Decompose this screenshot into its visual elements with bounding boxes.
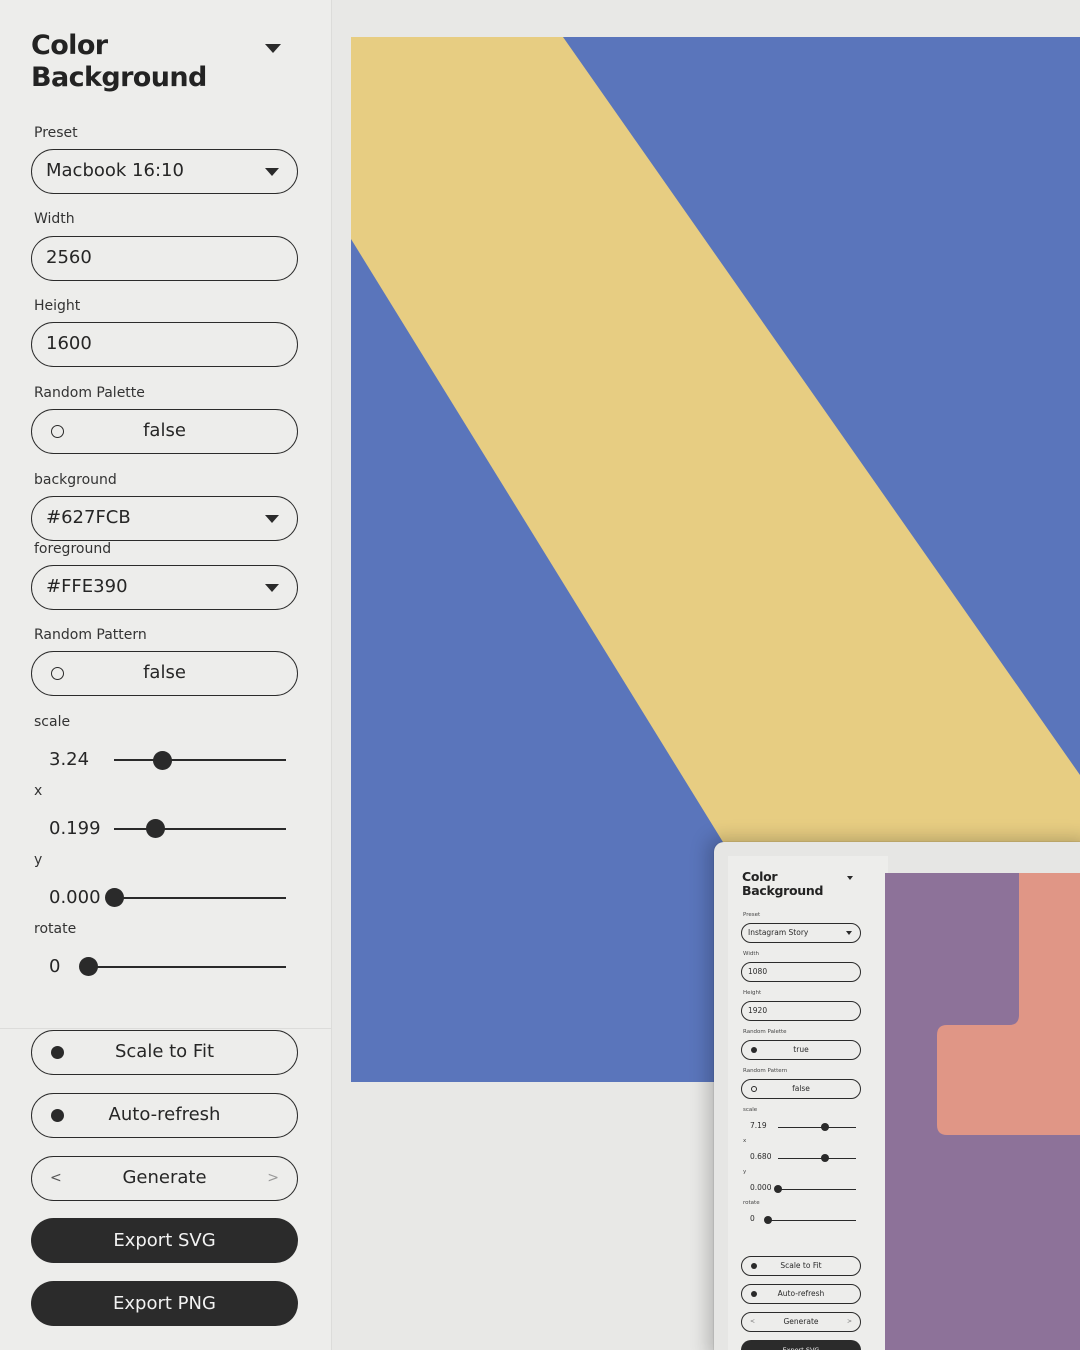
rotate-value: 0 <box>49 956 61 977</box>
preview-width-label: Width <box>743 951 759 957</box>
scale-to-fit-label: Scale to Fit <box>114 1041 215 1062</box>
preview-x-value: 0.680 <box>750 1152 772 1161</box>
preview-random-palette-value: true <box>793 1045 809 1054</box>
preview-panel-title: Color Background <box>742 869 824 898</box>
foreground-label: foreground <box>34 541 112 557</box>
preview-generate-label: Generate <box>783 1317 819 1326</box>
background-label: background <box>34 472 117 488</box>
random-palette-value: false <box>143 420 186 441</box>
chevron-down-icon <box>265 584 279 592</box>
preset-select[interactable]: Macbook 16:10 <box>31 149 298 194</box>
width-input[interactable]: 2560 <box>31 236 298 281</box>
chevron-down-icon <box>265 168 279 176</box>
export-svg-button[interactable]: Export SVG <box>31 1218 298 1263</box>
preview-scale-label: scale <box>743 1107 758 1113</box>
preview-width-value: 1080 <box>748 967 768 976</box>
y-slider-knob[interactable] <box>104 888 124 907</box>
x-slider-knob[interactable] <box>146 819 166 838</box>
preview-preset-select: Instagram Story <box>741 923 861 943</box>
preview-window: Color Background Preset Instagram Story … <box>714 842 1080 1350</box>
y-slider-track[interactable] <box>114 897 286 899</box>
preview-random-pattern-label: Random Pattern <box>743 1068 788 1074</box>
preview-rotate-track <box>768 1220 856 1221</box>
scale-label: scale <box>34 714 71 730</box>
x-value: 0.199 <box>49 818 101 839</box>
preview-height-input: 1920 <box>741 1001 861 1021</box>
rotate-label: rotate <box>34 921 77 937</box>
preview-scale-value: 7.19 <box>750 1121 767 1130</box>
chevron-down-icon <box>846 931 852 935</box>
preview-rotate-label: rotate <box>743 1200 760 1206</box>
preview-auto-refresh-label: Auto-refresh <box>777 1289 825 1298</box>
preview-preset-label: Preset <box>743 912 761 918</box>
height-label: Height <box>34 298 81 314</box>
panel-title: Color Background <box>31 30 207 93</box>
preview-rotate-value: 0 <box>750 1214 755 1223</box>
preview-settings-panel: Color Background Preset Instagram Story … <box>728 856 888 1350</box>
preview-scale-track <box>778 1127 856 1128</box>
collapse-caret-icon[interactable] <box>265 44 281 53</box>
preview-x-knob <box>820 1154 829 1162</box>
x-label: x <box>34 783 43 799</box>
foreground-value: #FFE390 <box>46 576 128 597</box>
chevron-down-icon <box>265 515 279 523</box>
scale-slider-knob[interactable] <box>152 751 172 770</box>
preview-scale-to-fit-toggle: Scale to Fit <box>741 1256 861 1276</box>
rotate-slider-knob[interactable] <box>78 957 98 976</box>
preview-y-label: y <box>743 1169 747 1175</box>
random-palette-toggle[interactable]: false <box>31 409 298 454</box>
scale-value: 3.24 <box>49 749 90 770</box>
chevron-right-icon: > <box>846 1318 852 1325</box>
collapse-caret-icon <box>847 876 853 880</box>
y-label: y <box>34 852 43 868</box>
width-label: Width <box>34 211 75 227</box>
foreground-color-select[interactable]: #FFE390 <box>31 565 298 610</box>
generate-button[interactable]: < Generate > <box>31 1156 298 1201</box>
preview-y-knob <box>774 1185 782 1193</box>
preset-label: Preset <box>34 125 78 141</box>
preset-value: Macbook 16:10 <box>46 160 184 181</box>
auto-refresh-label: Auto-refresh <box>108 1104 221 1125</box>
preview-y-value: 0.000 <box>750 1183 772 1192</box>
preview-random-pattern-value: false <box>792 1084 810 1093</box>
random-pattern-value: false <box>143 662 186 683</box>
background-color-select[interactable]: #627FCB <box>31 496 298 541</box>
preview-scale-knob <box>820 1123 829 1131</box>
generate-label: Generate <box>122 1167 207 1188</box>
width-value: 2560 <box>46 247 92 268</box>
preview-rotate-knob <box>764 1216 772 1224</box>
preview-random-pattern-toggle: false <box>741 1079 861 1099</box>
settings-panel: Color Background Preset Macbook 16:10 Wi… <box>0 0 332 1350</box>
chevron-right-icon[interactable]: > <box>267 1157 279 1199</box>
y-value: 0.000 <box>49 887 101 908</box>
height-value: 1600 <box>46 333 92 354</box>
preview-export-svg-button: Export SVG <box>741 1340 861 1350</box>
preview-x-label: x <box>743 1138 747 1144</box>
preview-artwork-canvas <box>885 873 1080 1350</box>
preview-x-track <box>778 1158 856 1159</box>
preview-y-track <box>778 1189 856 1190</box>
auto-refresh-toggle[interactable]: Auto-refresh <box>31 1093 298 1138</box>
rotate-slider-track[interactable] <box>88 966 286 968</box>
preview-width-input: 1080 <box>741 962 861 982</box>
random-pattern-label: Random Pattern <box>34 627 147 643</box>
height-input[interactable]: 1600 <box>31 322 298 367</box>
preview-auto-refresh-toggle: Auto-refresh <box>741 1284 861 1304</box>
preview-height-value: 1920 <box>748 1006 768 1015</box>
scale-to-fit-toggle[interactable]: Scale to Fit <box>31 1030 298 1075</box>
preview-scale-to-fit-label: Scale to Fit <box>780 1261 822 1270</box>
background-value: #627FCB <box>46 507 131 528</box>
preview-random-palette-toggle: true <box>741 1040 861 1060</box>
random-palette-label: Random Palette <box>34 385 145 401</box>
preview-preset-value: Instagram Story <box>748 928 809 937</box>
preview-random-palette-label: Random Palette <box>743 1029 787 1035</box>
preview-artwork-svg <box>885 873 1080 1350</box>
scale-slider-track[interactable] <box>114 759 286 761</box>
preview-generate-button: < Generate > <box>741 1312 861 1332</box>
section-divider <box>0 1028 332 1029</box>
export-png-button[interactable]: Export PNG <box>31 1281 298 1326</box>
x-slider-track[interactable] <box>114 828 286 830</box>
random-pattern-toggle[interactable]: false <box>31 651 298 696</box>
preview-height-label: Height <box>743 990 762 996</box>
